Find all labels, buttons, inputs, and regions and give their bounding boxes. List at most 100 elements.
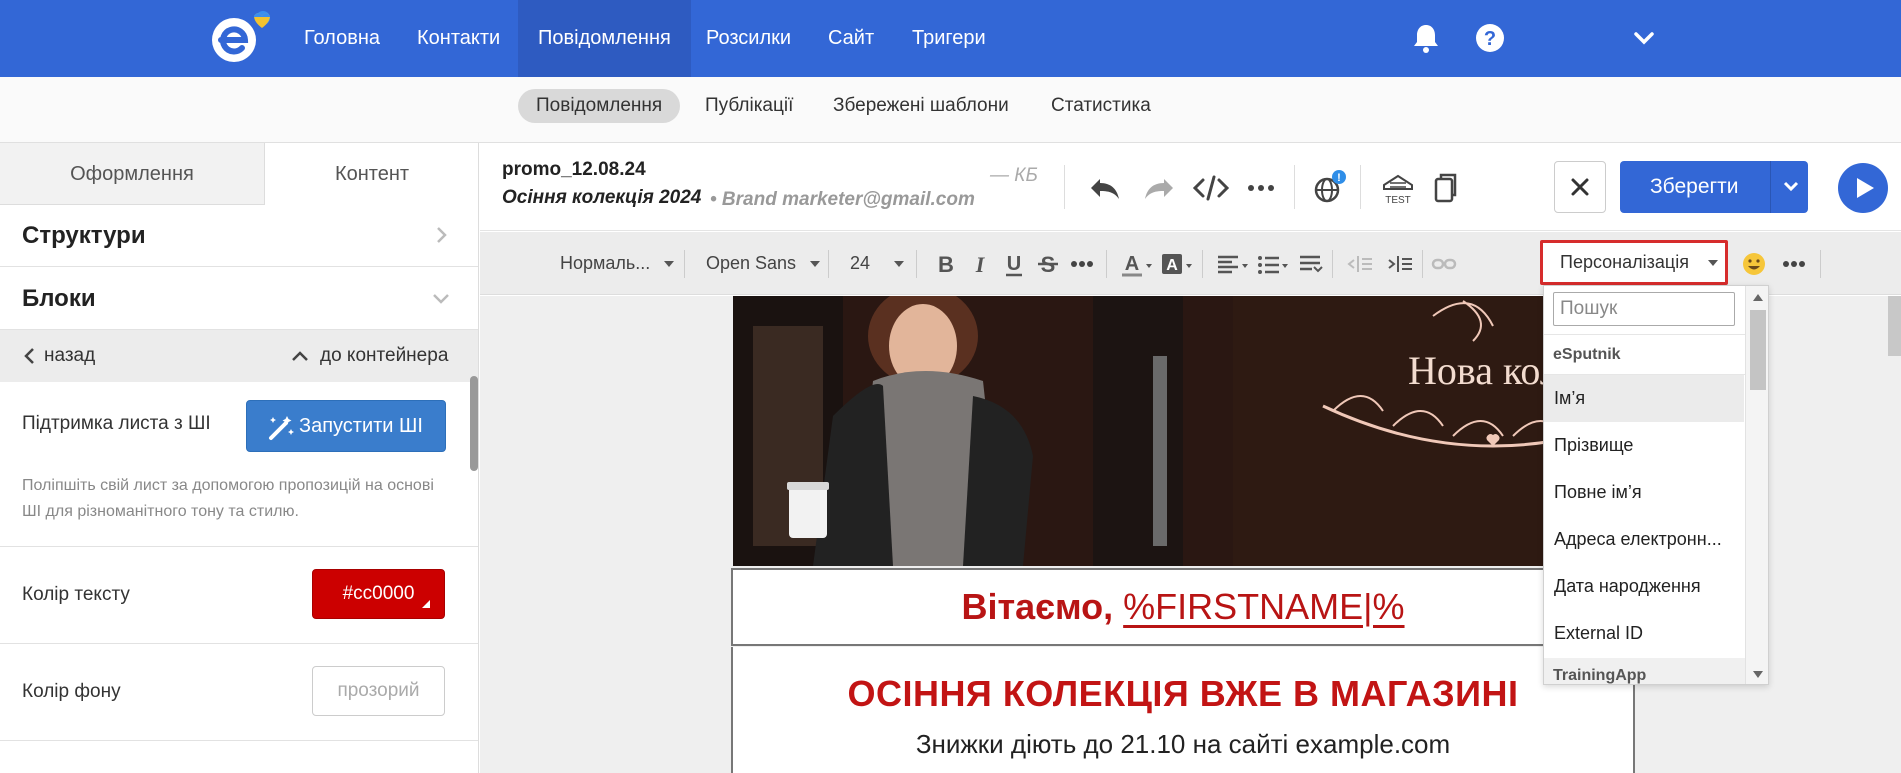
caret-down-icon [1708,260,1718,266]
dropdown-item-email[interactable]: Адреса електронн... [1544,516,1744,563]
dropdown-group-header: TrainingApp [1544,658,1745,684]
dropdown-item-birthdate[interactable]: Дата народження [1544,563,1744,610]
message-subject[interactable]: Осіння колекція 2024 [502,187,701,209]
dropdown-item-external-id[interactable]: External ID [1544,610,1744,657]
more-icon[interactable] [1242,169,1280,207]
section-structures[interactable]: Структури [0,205,478,267]
bell-icon[interactable] [1408,20,1444,56]
subnav-messages[interactable]: Повідомлення [518,89,681,123]
magic-wand-icon [269,416,294,440]
canvas-scrollbar[interactable] [1888,296,1901,356]
dropdown-item-firstname[interactable]: Ім’я [1544,375,1744,422]
bold-icon[interactable]: B [932,250,960,278]
line-height-icon[interactable] [1296,250,1324,278]
firstname-variable[interactable]: %FIRSTNAME|% [1123,586,1404,627]
chevron-down-icon [1783,181,1799,192]
font-size-select[interactable]: 24 [850,232,870,295]
to-container-link[interactable]: до контейнера [320,330,448,382]
globe-icon[interactable]: ! [1310,169,1348,207]
undo-icon[interactable] [1086,169,1124,207]
test-send-icon[interactable]: TEST [1378,169,1418,209]
emoji-icon[interactable] [1740,250,1768,278]
back-link[interactable]: назад [44,330,95,382]
save-options-button[interactable] [1770,161,1810,213]
nav-messages[interactable]: Повідомлення [518,0,691,77]
top-navbar: Головна Контакти Повідомлення Розсилки С… [0,0,1901,77]
hero-image[interactable]: Нова колекції [733,296,1633,566]
code-icon[interactable] [1192,169,1230,207]
bg-color-value: прозорий [337,680,420,701]
divider [1294,165,1295,209]
section-blocks[interactable]: Блоки [0,268,478,330]
list-icon[interactable] [1256,250,1290,278]
svg-text:U: U [1007,253,1021,275]
divider [1202,250,1203,278]
scroll-up-icon[interactable] [1752,292,1764,302]
text-color-label: Колір тексту [22,584,130,605]
copy-icon[interactable] [1428,169,1466,207]
dropdown-search-input[interactable] [1553,292,1735,326]
nav-contacts[interactable]: Контакти [397,0,520,77]
scroll-down-icon[interactable] [1752,670,1764,680]
svg-text:I: I [975,252,986,277]
corner-triangle-icon [422,600,430,608]
paragraph-style-select[interactable]: Нормаль... [560,232,650,295]
message-name[interactable]: promo_12.08.24 [502,159,646,181]
chevron-right-icon [437,227,447,243]
run-ai-button[interactable]: Запустити ШІ [246,400,446,452]
link-icon[interactable] [1430,250,1458,278]
italic-icon[interactable]: I [966,250,994,278]
close-icon [1571,178,1589,196]
divider [1544,334,1745,335]
left-sidebar: Оформлення Контент Структури Блоки назад… [0,143,479,773]
personalization-select[interactable]: Персоналізація [1540,240,1728,285]
subnav-publications[interactable]: Публікації [687,89,811,123]
message-size: — КБ [990,165,1038,186]
chevron-up-icon [292,351,308,361]
subnav-statistics[interactable]: Статистика [1033,89,1169,123]
indent-icon[interactable] [1386,250,1414,278]
font-family-select[interactable]: Open Sans [706,232,796,295]
logo-icon[interactable] [208,10,278,66]
strikethrough-icon[interactable]: S [1034,250,1062,278]
svg-text:!: ! [1337,172,1341,184]
bg-color-picker[interactable]: прозорий [312,666,445,716]
test-label: TEST [1385,195,1411,206]
promo-block[interactable]: ОСІННЯ КОЛЕКЦІЯ ВЖЕ В МАГАЗИНІ Знижки ді… [731,647,1635,773]
dropdown-scroll-thumb[interactable] [1750,310,1766,390]
text-color-picker[interactable]: #cc0000 [312,569,445,619]
tab-content[interactable]: Контент [265,143,478,205]
align-icon[interactable] [1216,250,1250,278]
nav-site[interactable]: Сайт [808,0,894,77]
tab-design[interactable]: Оформлення [0,143,265,205]
subnav-saved-templates[interactable]: Збережені шаблони [815,89,1027,123]
help-icon[interactable]: ? [1472,20,1508,56]
more-icon[interactable] [1068,250,1096,278]
greeting-block[interactable]: Вітаємо, %FIRSTNAME|% [731,568,1635,646]
dropdown-item-lastname[interactable]: Прізвище [1544,422,1744,469]
underline-icon[interactable]: U [1000,250,1028,278]
divider [1820,250,1821,278]
more-icon[interactable] [1780,250,1808,278]
section-title: Блоки [22,285,96,312]
run-ai-label: Запустити ШІ [299,415,423,437]
nav-triggers[interactable]: Тригери [892,0,1006,77]
divider [828,250,829,278]
close-button[interactable] [1554,161,1606,213]
dropdown-group-esputnik: eSputnik [1553,346,1621,363]
dropdown-item-fullname[interactable]: Повне ім’я [1544,469,1744,516]
nav-home[interactable]: Головна [284,0,400,77]
redo-icon[interactable] [1140,169,1178,207]
chevron-down-icon[interactable] [1626,20,1662,56]
text-color-value: #cc0000 [342,583,415,604]
outdent-icon[interactable] [1346,250,1374,278]
divider [0,643,478,644]
hero-illustration: Нова колекції [733,296,1633,566]
ai-support-label: Підтримка листа з ШІ [22,413,211,434]
text-color-icon[interactable]: A [1120,250,1154,278]
sidebar-scrollbar[interactable] [470,376,478,471]
nav-mailings[interactable]: Розсилки [686,0,811,77]
highlight-color-icon[interactable]: A [1160,250,1194,278]
preview-button[interactable] [1838,163,1888,213]
dropdown-scrollbar[interactable] [1745,286,1768,684]
